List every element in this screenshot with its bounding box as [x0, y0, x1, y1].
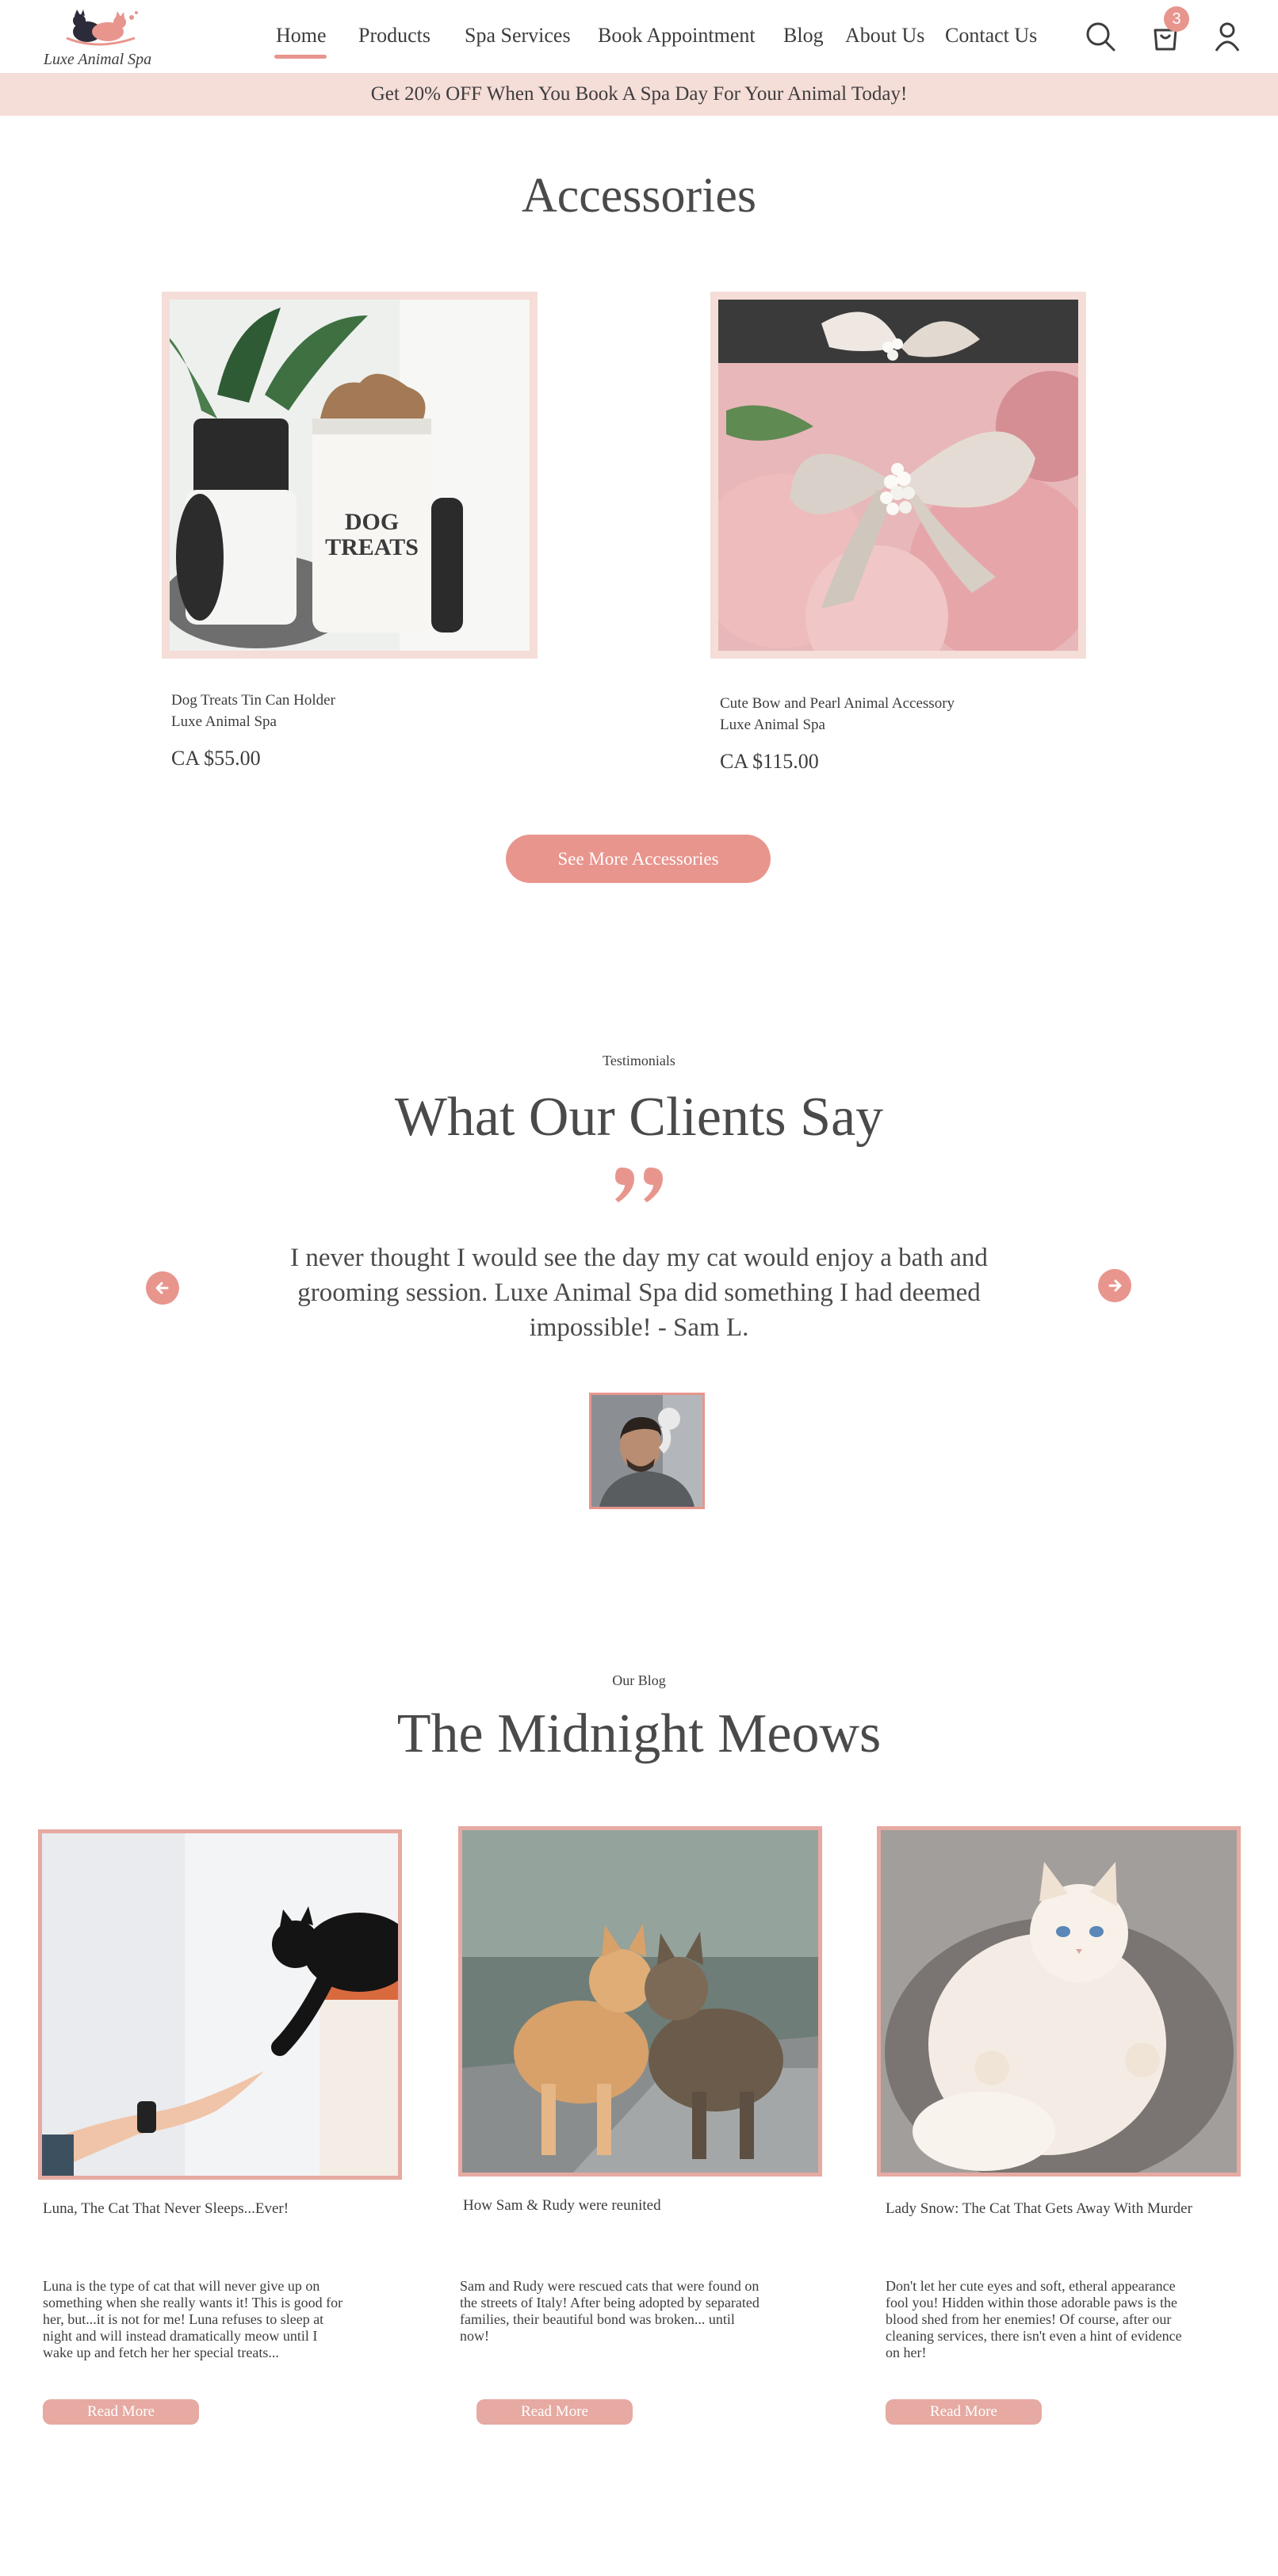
- see-more-accessories-button[interactable]: See More Accessories: [506, 835, 771, 883]
- blog-post-excerpt: Sam and Rudy were rescued cats that were…: [460, 2278, 760, 2344]
- product-name[interactable]: Cute Bow and Pearl Animal Accessory: [720, 693, 955, 714]
- blog-image-sam-rudy[interactable]: [458, 1826, 822, 2177]
- promo-banner[interactable]: Get 20% OFF When You Book A Spa Day For …: [0, 73, 1278, 116]
- read-more-button[interactable]: Read More: [43, 2399, 199, 2425]
- nav-home[interactable]: Home: [276, 24, 327, 48]
- product-price: CA $55.00: [171, 747, 261, 770]
- testimonial-quote: I never thought I would see the day my c…: [290, 1244, 988, 1342]
- nav-active-indicator: [274, 55, 327, 59]
- blog-post-excerpt: Luna is the type of cat that will never …: [43, 2278, 343, 2360]
- testimonial-prev-button[interactable]: [146, 1271, 179, 1305]
- product-image-dog-treats[interactable]: DOG TREATS: [162, 292, 538, 659]
- quote-mark-icon: [610, 1161, 674, 1225]
- blog-label: Our Blog: [612, 1672, 666, 1688]
- arrow-left-icon: [155, 1282, 169, 1294]
- search-icon[interactable]: [1083, 19, 1118, 54]
- read-more-button[interactable]: Read More: [886, 2399, 1042, 2425]
- testimonials-label: Testimonials: [603, 1053, 675, 1068]
- testimonial-avatar: [589, 1393, 705, 1509]
- nav-products[interactable]: Products: [358, 24, 430, 48]
- accessories-title: Accessories: [521, 169, 757, 223]
- product-vendor: Luxe Animal Spa: [171, 713, 277, 730]
- blog-post-title[interactable]: Lady Snow: The Cat That Gets Away With M…: [886, 2200, 1192, 2218]
- testimonials-title: What Our Clients Say: [394, 1087, 884, 1148]
- cart-count-badge: 3: [1164, 6, 1189, 32]
- blog-image-luna[interactable]: [38, 1829, 402, 2180]
- nav-book-appointment[interactable]: Book Appointment: [598, 24, 756, 48]
- product-image-bow-pearl[interactable]: [710, 292, 1086, 659]
- nav-about-us[interactable]: About Us: [845, 24, 924, 48]
- product-vendor: Luxe Animal Spa: [720, 717, 825, 733]
- blog-post-title[interactable]: How Sam & Rudy were reunited: [463, 2197, 661, 2215]
- tin-label-dog: DOG: [345, 509, 399, 535]
- nav-blog[interactable]: Blog: [783, 24, 824, 48]
- blog-image-lady-snow[interactable]: [877, 1826, 1241, 2177]
- product-price: CA $115.00: [720, 750, 819, 773]
- site-header: Luxe Animal Spa Home Products Spa Servic…: [0, 0, 1278, 73]
- tin-label-treats: TREATS: [325, 534, 419, 560]
- nav-contact-us[interactable]: Contact Us: [945, 24, 1037, 48]
- logo[interactable]: Luxe Animal Spa: [38, 5, 157, 73]
- logo-animals-icon: [66, 10, 138, 46]
- read-more-button[interactable]: Read More: [476, 2399, 633, 2425]
- logo-text: Luxe Animal Spa: [43, 51, 152, 68]
- blog-post-title[interactable]: Luna, The Cat That Never Sleeps...Ever!: [43, 2200, 289, 2218]
- product-name[interactable]: Dog Treats Tin Can Holder: [171, 690, 335, 711]
- testimonial-next-button[interactable]: [1098, 1269, 1131, 1302]
- blog-title: The Midnight Meows: [396, 1703, 882, 1764]
- arrow-right-icon: [1108, 1279, 1122, 1292]
- account-icon[interactable]: [1210, 19, 1245, 54]
- blog-post-excerpt: Don't let her cute eyes and soft, ethera…: [886, 2278, 1182, 2360]
- nav-spa-services[interactable]: Spa Services: [465, 24, 571, 48]
